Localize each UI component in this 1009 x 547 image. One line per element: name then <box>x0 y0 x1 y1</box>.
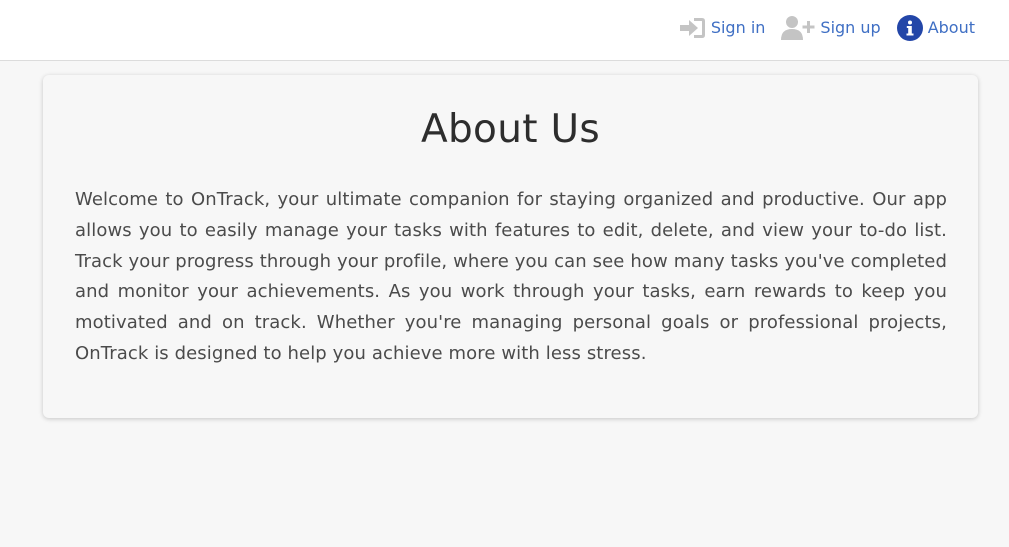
sign-in-icon <box>678 16 706 40</box>
top-navbar: Sign in Sign up About <box>0 0 1009 61</box>
page-title: About Us <box>421 107 600 152</box>
sign-in-label: Sign in <box>710 18 766 37</box>
sign-up-label: Sign up <box>820 18 881 37</box>
nav-links: Sign in Sign up About <box>678 14 975 42</box>
info-circle-icon <box>896 15 923 41</box>
user-plus-icon <box>781 15 815 41</box>
sign-in-link[interactable]: Sign in <box>678 14 766 42</box>
about-description: Welcome to OnTrack, your ultimate compan… <box>75 189 947 364</box>
about-card: About Us Welcome to OnTrack, your ultima… <box>43 75 978 418</box>
about-link[interactable]: About <box>896 14 975 42</box>
about-label: About <box>927 18 975 37</box>
sign-up-link[interactable]: Sign up <box>781 14 881 42</box>
